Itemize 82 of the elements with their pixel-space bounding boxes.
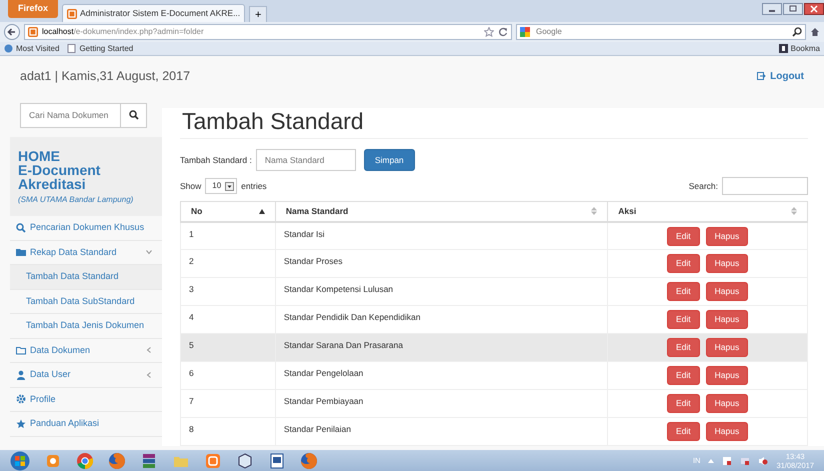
site-icon (28, 27, 38, 37)
maximize-icon[interactable] (783, 3, 803, 15)
firefox-icon[interactable] (108, 452, 126, 470)
sidebar-search-field[interactable]: Cari Nama Dokumen (20, 103, 147, 128)
edit-button[interactable]: Edit (667, 422, 700, 441)
page-icon (67, 8, 78, 18)
edit-button[interactable]: Edit (667, 282, 700, 301)
star-icon (16, 418, 26, 429)
school-name: (SMA UTAMA Bandar Lampung) (18, 194, 134, 206)
column-header[interactable]: Nama Standard (286, 204, 348, 218)
back-icon[interactable] (4, 24, 20, 40)
user-icon (16, 370, 26, 380)
delete-button[interactable]: Hapus (706, 310, 748, 329)
start-button[interactable] (10, 450, 30, 470)
table-row[interactable]: 6 Standar Pengelolaan Edit Hapus (180, 362, 808, 390)
globe-icon (4, 44, 13, 53)
table-row[interactable]: 5 Standar Sarana Dan Prasarana Edit Hapus (180, 334, 808, 362)
column-header[interactable]: Aksi (618, 204, 636, 218)
table-row[interactable]: 8 Standar Penilaian Edit Hapus (180, 418, 808, 446)
edit-button[interactable]: Edit (667, 310, 700, 329)
bookmarks-menu[interactable]: Bookma (778, 42, 820, 54)
logout-icon (757, 72, 766, 80)
url-text: localhost/e-dokumen/index.php?admin=folder (42, 26, 204, 38)
page-title: Tambah Standard (180, 108, 808, 139)
dropdown-icon (225, 182, 234, 190)
table-cell: 8 (180, 418, 276, 446)
chrome-icon[interactable] (76, 452, 94, 470)
folder-icon (16, 247, 26, 258)
page-icon (67, 44, 76, 53)
edit-button[interactable]: Edit (667, 254, 700, 273)
delete-button[interactable]: Hapus (706, 422, 748, 441)
minimize-icon[interactable] (762, 3, 782, 15)
volume-icon[interactable] (758, 456, 768, 466)
user-date-text: adat1 | Kamis,31 August, 2017 (20, 68, 190, 85)
table-row[interactable]: 7 Standar Pembiayaan Edit Hapus (180, 390, 808, 418)
submenu-item[interactable]: Tambah Data Standard (10, 265, 162, 290)
bookmark-item[interactable]: Most Visited (4, 42, 60, 54)
logout-link[interactable]: Logout (757, 68, 804, 84)
bookmarks-icon (778, 44, 788, 53)
gear-icon (16, 394, 26, 404)
search-icon[interactable] (128, 110, 138, 120)
show-label: Show (180, 180, 202, 192)
delete-button[interactable]: Hapus (706, 254, 748, 273)
delete-button[interactable]: Hapus (706, 226, 748, 246)
home-icon[interactable] (810, 27, 820, 37)
column-header[interactable]: No (191, 204, 202, 218)
new-tab-button[interactable]: + (249, 6, 268, 22)
edit-button[interactable]: Edit (667, 226, 700, 246)
table-row[interactable]: 2 Standar Proses Edit Hapus (180, 250, 808, 278)
name-field[interactable]: Nama Standard (256, 149, 356, 171)
search-label: Search: (688, 180, 718, 192)
delete-button[interactable]: Hapus (706, 338, 748, 357)
table-row[interactable]: 4 Standar Pendidik Dan Kependidikan Edit Hapus (180, 306, 808, 334)
field-label: Tambah Standard : (180, 154, 252, 166)
search-icon[interactable] (792, 27, 802, 37)
entries-label: entries (241, 180, 267, 192)
table-row[interactable]: 1 Standar Isi Edit Hapus (180, 222, 808, 250)
edit-button[interactable]: Edit (667, 394, 700, 413)
delete-button[interactable]: Hapus (706, 282, 748, 301)
entries-select[interactable]: 10 (205, 178, 238, 194)
firefox-menu-button[interactable]: Firefox (8, 0, 58, 18)
table-row[interactable]: 3 Standar Kompetensi Lulusan Edit Hapus (180, 278, 808, 306)
save-button[interactable]: Simpan (364, 149, 415, 171)
folder-icon (16, 345, 26, 356)
table-search-field[interactable] (722, 177, 808, 195)
bookmark-item[interactable]: Getting Started (67, 42, 134, 54)
document-icon[interactable] (268, 452, 286, 470)
reload-icon[interactable] (498, 27, 508, 37)
delete-button[interactable]: Hapus (706, 366, 748, 385)
delete-button[interactable]: Hapus (706, 394, 748, 413)
address-field[interactable]: localhost/e-dokumen/index.php?admin=folder (24, 24, 512, 40)
edit-button[interactable]: Edit (667, 338, 700, 357)
search-field[interactable]: Google (516, 24, 806, 40)
brand-link[interactable]: HOME E-Document Akreditasi (18, 149, 156, 191)
search-icon (16, 222, 26, 233)
close-icon[interactable] (804, 3, 824, 15)
star-icon[interactable] (484, 27, 494, 37)
firefox-icon[interactable] (300, 452, 318, 470)
browser-tab[interactable]: Administrator Sistem E-Document AKRE... (62, 4, 246, 22)
table-cell: Standar Penilaian (275, 418, 608, 446)
search-engine-icon (520, 27, 532, 37)
edit-button[interactable]: Edit (667, 366, 700, 385)
